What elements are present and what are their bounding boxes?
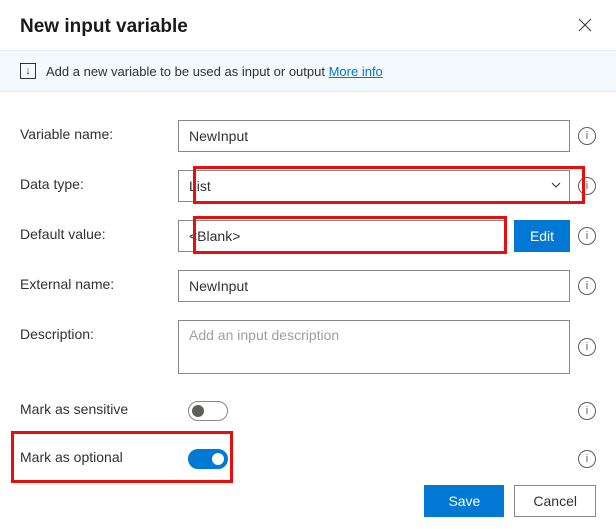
help-icon: i bbox=[578, 277, 596, 295]
data-type-row: Data type: List i bbox=[20, 170, 596, 202]
mark-optional-toggle[interactable] bbox=[188, 449, 228, 469]
edit-button[interactable]: Edit bbox=[514, 220, 570, 252]
mark-sensitive-row: Mark as sensitive i bbox=[20, 395, 596, 421]
external-name-label: External name: bbox=[20, 270, 178, 292]
help-icon: i bbox=[578, 450, 596, 468]
external-name-row: External name: i bbox=[20, 270, 596, 302]
form-area: Variable name: i Data type: List i Defau… bbox=[0, 92, 616, 469]
mark-optional-row: Mark as optional i bbox=[20, 443, 596, 469]
info-bar: ↓ Add a new variable to be used as input… bbox=[0, 50, 616, 92]
cancel-button[interactable]: Cancel bbox=[514, 485, 596, 517]
save-button[interactable]: Save bbox=[424, 485, 504, 517]
close-button[interactable] bbox=[574, 14, 596, 40]
default-value-label: Default value: bbox=[20, 220, 178, 242]
dialog-title: New input variable bbox=[20, 16, 188, 38]
help-icon: i bbox=[578, 402, 596, 420]
help-icon: i bbox=[578, 177, 596, 195]
help-icon: i bbox=[578, 127, 596, 145]
default-value-row: Default value: <Blank> Edit i bbox=[20, 220, 596, 252]
description-input[interactable] bbox=[178, 320, 570, 374]
mark-optional-label: Mark as optional bbox=[20, 443, 188, 465]
info-text: Add a new variable to be used as input o… bbox=[46, 64, 383, 79]
dialog-footer: Save Cancel bbox=[424, 485, 596, 517]
dialog-header: New input variable bbox=[0, 0, 616, 50]
more-info-link[interactable]: More info bbox=[329, 64, 383, 79]
variable-name-input[interactable] bbox=[178, 120, 570, 152]
close-icon bbox=[578, 18, 592, 32]
input-indicator-icon: ↓ bbox=[20, 63, 36, 79]
description-label: Description: bbox=[20, 320, 178, 342]
help-icon: i bbox=[578, 227, 596, 245]
help-icon: i bbox=[578, 338, 596, 356]
mark-sensitive-toggle[interactable] bbox=[188, 401, 228, 421]
default-value-display: <Blank> bbox=[178, 220, 506, 252]
data-type-select[interactable]: List bbox=[178, 170, 570, 202]
external-name-input[interactable] bbox=[178, 270, 570, 302]
variable-name-row: Variable name: i bbox=[20, 120, 596, 152]
variable-name-label: Variable name: bbox=[20, 120, 178, 142]
mark-sensitive-label: Mark as sensitive bbox=[20, 395, 188, 417]
description-row: Description: i bbox=[20, 320, 596, 377]
data-type-label: Data type: bbox=[20, 170, 178, 192]
